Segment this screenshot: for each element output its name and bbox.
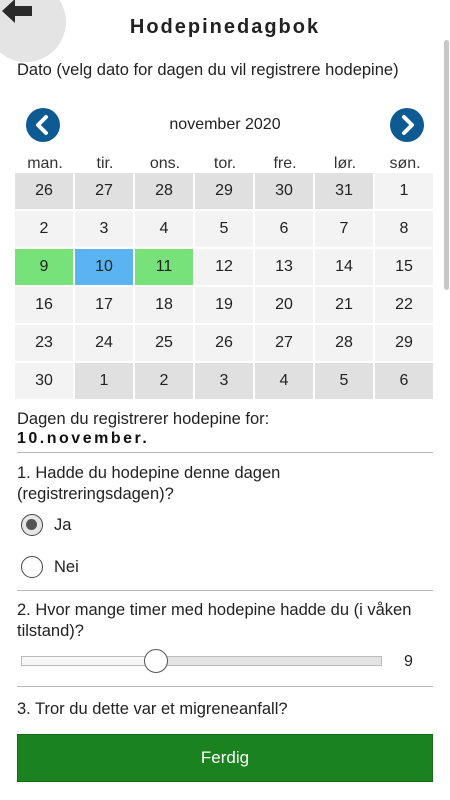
calendar-day[interactable]: 4 xyxy=(135,211,193,247)
radio-option-nei[interactable]: Nei xyxy=(21,554,79,580)
registering-date: 10.november. xyxy=(17,430,150,447)
calendar-day[interactable]: 18 xyxy=(135,287,193,323)
divider xyxy=(17,452,433,453)
calendar-day[interactable]: 2 xyxy=(135,363,193,399)
calendar-day[interactable]: 5 xyxy=(315,363,373,399)
calendar-day[interactable]: 1 xyxy=(75,363,133,399)
calendar-day[interactable]: 11 xyxy=(135,249,193,285)
calendar-day[interactable]: 26 xyxy=(15,173,73,209)
calendar-day[interactable]: 16 xyxy=(15,287,73,323)
calendar-day[interactable]: 15 xyxy=(375,249,433,285)
calendar-day[interactable]: 3 xyxy=(195,363,253,399)
weekday-label: fre. xyxy=(273,155,297,172)
weekday-label: man. xyxy=(27,155,63,172)
calendar-day[interactable]: 2 xyxy=(15,211,73,247)
chevron-right-icon xyxy=(402,115,414,135)
month-title: november 2020 xyxy=(169,116,281,133)
done-button[interactable]: Ferdig xyxy=(17,734,433,782)
calendar-day[interactable]: 27 xyxy=(255,325,313,361)
calendar-day[interactable]: 26 xyxy=(195,325,253,361)
prev-month-button[interactable] xyxy=(26,108,60,142)
hours-slider-value: 9 xyxy=(404,653,413,670)
question-2-text: 2. Hvor mange timer med hodepine hadde d… xyxy=(17,601,412,640)
calendar-day[interactable]: 27 xyxy=(75,173,133,209)
calendar-day[interactable]: 19 xyxy=(195,287,253,323)
calendar-day[interactable]: 5 xyxy=(195,211,253,247)
registering-label: Dagen du registrerer hodepine for: xyxy=(17,410,270,428)
calendar-day[interactable]: 9 xyxy=(15,249,73,285)
hours-slider-thumb[interactable] xyxy=(144,649,169,673)
question-3-text: 3. Tror du dette var et migreneanfall? xyxy=(17,700,288,718)
calendar-day[interactable]: 6 xyxy=(255,211,313,247)
radio-button[interactable] xyxy=(21,514,43,536)
radio-label: Ja xyxy=(54,515,72,534)
weekday-label: ons. xyxy=(149,155,181,172)
next-month-button[interactable] xyxy=(390,108,424,142)
weekday-label: søn. xyxy=(389,155,421,172)
weekday-label: lør. xyxy=(333,155,357,172)
calendar-day[interactable]: 24 xyxy=(75,325,133,361)
calendar-day[interactable]: 23 xyxy=(15,325,73,361)
calendar-day[interactable]: 3 xyxy=(75,211,133,247)
calendar-day[interactable]: 14 xyxy=(315,249,373,285)
radio-option-ja[interactable]: Ja xyxy=(21,512,71,538)
divider xyxy=(17,590,433,591)
calendar-day[interactable]: 28 xyxy=(315,325,373,361)
calendar-day[interactable]: 29 xyxy=(375,325,433,361)
calendar-day[interactable]: 30 xyxy=(15,363,73,399)
calendar-day[interactable]: 1 xyxy=(375,173,433,209)
calendar-day[interactable]: 31 xyxy=(315,173,373,209)
scrollbar[interactable] xyxy=(444,40,449,290)
calendar-day[interactable]: 29 xyxy=(195,173,253,209)
calendar-day[interactable]: 12 xyxy=(195,249,253,285)
radio-button[interactable] xyxy=(21,556,43,578)
question-1-text: 1. Hadde du hodepine denne dagen (regist… xyxy=(17,464,281,503)
calendar-day[interactable]: 22 xyxy=(375,287,433,323)
calendar-day[interactable]: 6 xyxy=(375,363,433,399)
calendar-day[interactable]: 4 xyxy=(255,363,313,399)
calendar-day[interactable]: 25 xyxy=(135,325,193,361)
calendar-day[interactable]: 13 xyxy=(255,249,313,285)
calendar-day[interactable]: 21 xyxy=(315,287,373,323)
calendar-day[interactable]: 28 xyxy=(135,173,193,209)
calendar-day[interactable]: 10 xyxy=(75,249,133,285)
calendar-day[interactable]: 8 xyxy=(375,211,433,247)
calendar-day[interactable]: 30 xyxy=(255,173,313,209)
weekday-label: tor. xyxy=(213,155,237,172)
calendar-grid: 26 27 28 29 30 31 1 2 3 4 5 6 7 8 9 10 11 12 13 14 15 16 17 18 1… xyxy=(15,173,435,399)
radio-label: Nei xyxy=(54,557,79,576)
chevron-left-icon xyxy=(36,115,48,135)
calendar-day[interactable]: 20 xyxy=(255,287,313,323)
calendar-day[interactable]: 7 xyxy=(315,211,373,247)
calendar-day[interactable]: 17 xyxy=(75,287,133,323)
divider xyxy=(17,686,433,687)
date-label: Dato (velg dato for dagen du vil registr… xyxy=(17,61,399,79)
hours-slider-fill xyxy=(22,657,157,665)
weekday-header: man. tir. ons. tor. fre. lør. søn. xyxy=(15,155,435,173)
page-title: Hodepinedagbok xyxy=(129,16,321,38)
weekday-label: tir. xyxy=(96,155,114,172)
hours-slider-track[interactable] xyxy=(21,656,382,666)
